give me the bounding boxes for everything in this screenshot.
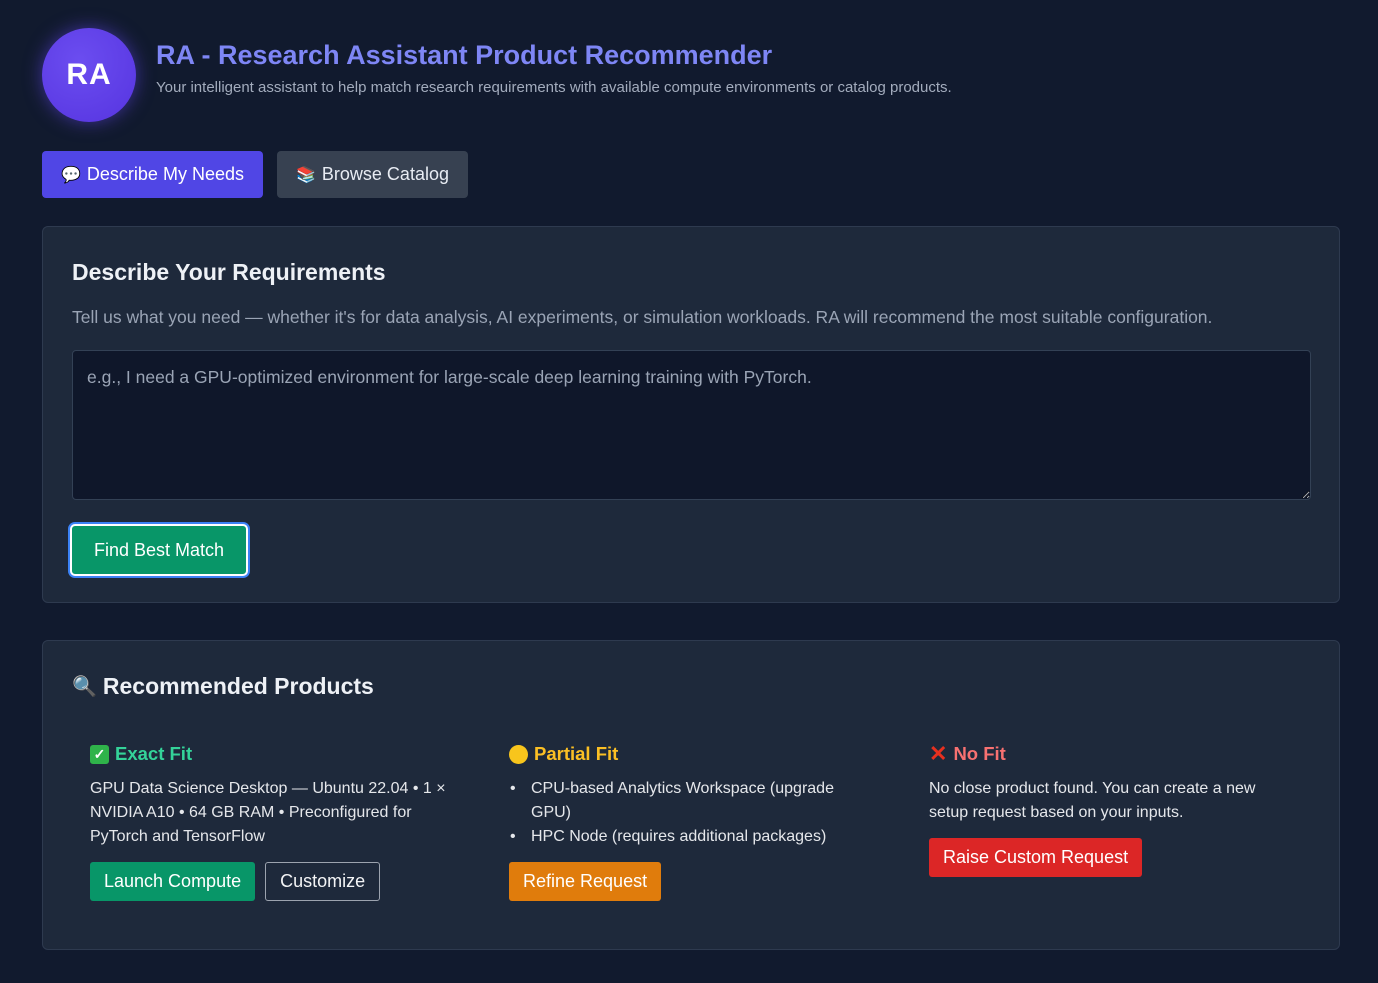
check-icon: ✓ xyxy=(90,744,109,764)
raise-custom-request-button[interactable]: Raise Custom Request xyxy=(929,838,1143,877)
requirements-panel: Describe Your Requirements Tell us what … xyxy=(42,226,1340,603)
requirements-description: Tell us what you need — whether it's for… xyxy=(72,307,1213,327)
no-fit-actions: Raise Custom Request xyxy=(929,838,1294,877)
no-fit-title-row: ✕ No Fit xyxy=(929,741,1294,767)
tab-label: Browse Catalog xyxy=(321,164,449,184)
launch-compute-button[interactable]: Launch Compute xyxy=(90,862,256,901)
no-fit-description: No close product found. You can create a… xyxy=(929,780,1256,821)
exact-fit-title: Exact Fit xyxy=(115,743,193,764)
avatar: RA xyxy=(42,28,136,122)
app-header: RA RA - Research Assistant Product Recom… xyxy=(42,28,952,122)
no-fit-column: ✕ No Fit No close product found. You can… xyxy=(929,741,1294,877)
requirements-heading: Describe Your Requirements xyxy=(72,259,386,285)
tab-browse-catalog[interactable]: 📚 Browse Catalog xyxy=(276,151,468,198)
cross-icon: ✕ xyxy=(929,741,948,766)
recommendations-heading-row: 🔍 Recommended Products xyxy=(72,673,374,700)
title-block: RA - Research Assistant Product Recommen… xyxy=(156,40,952,96)
speech-bubble-icon: 💬 xyxy=(61,166,81,184)
recommendations-heading: Recommended Products xyxy=(102,673,374,699)
tab-bar: 💬 Describe My Needs 📚 Browse Catalog xyxy=(42,151,468,198)
partial-fit-list: CPU-based Analytics Workspace (upgrade G… xyxy=(509,777,874,849)
exact-fit-actions: Launch Compute Customize xyxy=(90,862,455,901)
list-item: CPU-based Analytics Workspace (upgrade G… xyxy=(509,777,874,825)
tab-label: Describe My Needs xyxy=(86,164,244,184)
page-subtitle: Your intelligent assistant to help match… xyxy=(156,79,952,96)
yellow-circle-icon xyxy=(509,744,528,764)
refine-request-button[interactable]: Refine Request xyxy=(509,862,662,901)
customize-button[interactable]: Customize xyxy=(265,862,381,901)
recommendations-panel: 🔍 Recommended Products ✓ Exact Fit GPU D… xyxy=(42,640,1340,950)
exact-fit-title-row: ✓ Exact Fit xyxy=(90,741,455,767)
partial-fit-title-row: Partial Fit xyxy=(509,741,874,767)
find-best-match-button[interactable]: Find Best Match xyxy=(70,524,248,576)
partial-fit-title: Partial Fit xyxy=(534,743,619,764)
page-title: RA - Research Assistant Product Recommen… xyxy=(156,40,773,70)
magnifier-icon: 🔍 xyxy=(72,676,97,698)
no-fit-title: No Fit xyxy=(953,743,1006,764)
partial-fit-column: Partial Fit CPU-based Analytics Workspac… xyxy=(509,741,874,901)
list-item: HPC Node (requires additional packages) xyxy=(509,825,874,849)
books-icon: 📚 xyxy=(295,166,316,184)
requirements-input[interactable] xyxy=(72,350,1311,500)
exact-fit-description: GPU Data Science Desktop — Ubuntu 22.04 … xyxy=(90,780,446,845)
exact-fit-column: ✓ Exact Fit GPU Data Science Desktop — U… xyxy=(90,741,455,901)
partial-fit-actions: Refine Request xyxy=(509,862,874,901)
tab-describe-my-needs[interactable]: 💬 Describe My Needs xyxy=(42,151,263,198)
